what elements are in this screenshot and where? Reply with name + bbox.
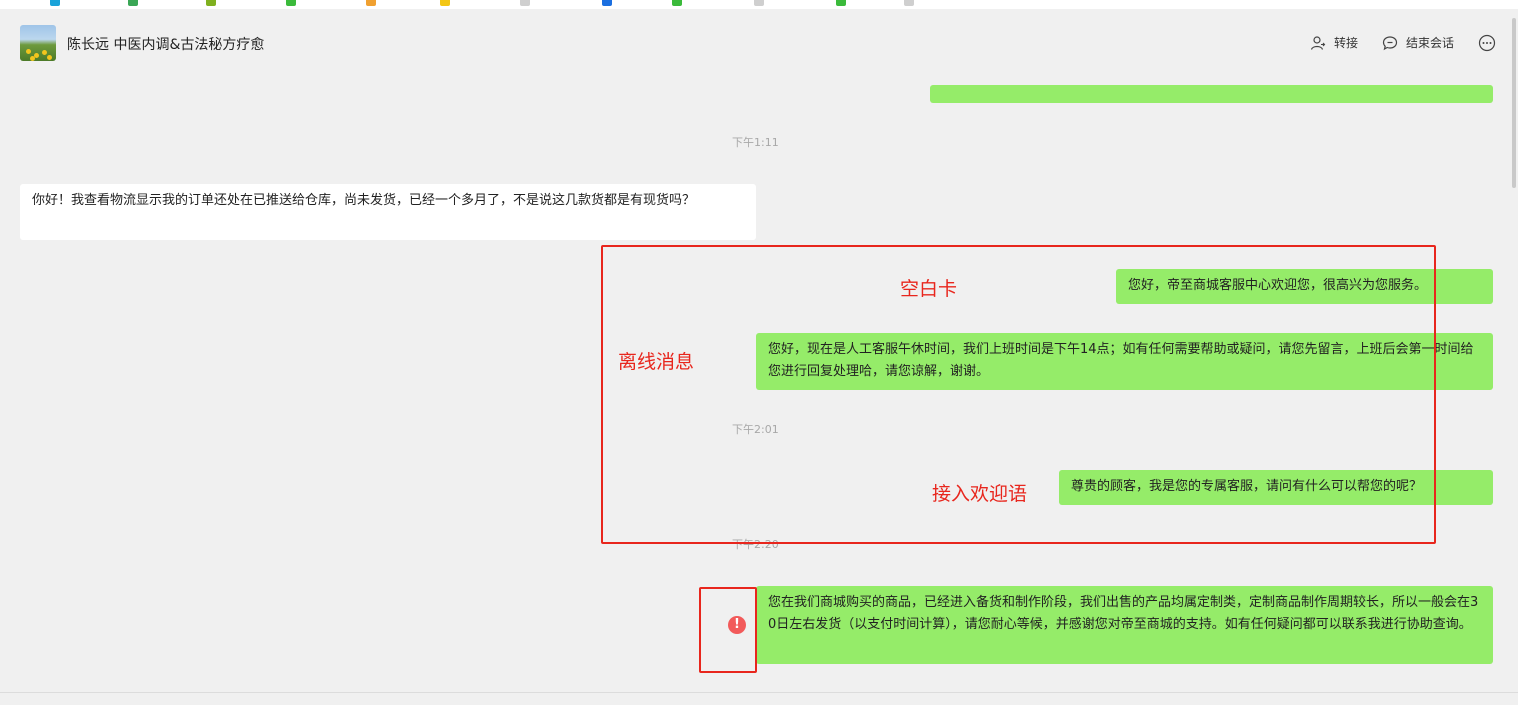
chat-minus-icon (1382, 35, 1398, 50)
transfer-button[interactable]: 转接 (1310, 34, 1358, 51)
agent-message-shipping: 您在我们商城购买的商品，已经进入备货和制作阶段，我们出售的产品均属定制类，定制商… (756, 586, 1493, 664)
annotation-box-error (699, 587, 757, 673)
avatar-flower (30, 56, 35, 61)
message-bubble-partial (930, 85, 1493, 103)
customer-message: 你好！我查看物流显示我的订单还处在已推送给仓库，尚未发货，已经一个多月了，不是说… (20, 184, 756, 240)
timestamp: 下午1:11 (732, 136, 779, 149)
end-session-label: 结束会话 (1406, 36, 1455, 50)
person-icon (1310, 35, 1326, 50)
avatar-flower (42, 50, 47, 55)
bookmark-item[interactable] (440, 0, 452, 6)
input-area-divider (0, 692, 1518, 693)
bookmark-item[interactable] (366, 0, 378, 6)
avatar[interactable] (20, 25, 56, 61)
bookmark-item[interactable] (128, 0, 140, 6)
annotation-label-blank-card: 空白卡 (900, 278, 958, 300)
annotation-label-offline-message: 离线消息 (618, 351, 695, 373)
end-session-button[interactable]: 结束会话 (1382, 34, 1454, 51)
bookmark-item[interactable] (602, 0, 614, 6)
bookmark-item[interactable] (836, 0, 848, 6)
transfer-label: 转接 (1334, 36, 1359, 50)
bookmark-item[interactable] (672, 0, 684, 6)
bookmark-item[interactable] (754, 0, 766, 6)
bookmark-item[interactable] (520, 0, 532, 6)
avatar-flower (26, 49, 31, 54)
ellipsis-icon (1478, 34, 1496, 52)
bookmark-item[interactable] (286, 0, 298, 6)
bookmark-item[interactable] (904, 0, 916, 6)
chat-scrollbar[interactable] (1512, 18, 1516, 188)
annotation-label-welcome-message: 接入欢迎语 (932, 483, 1028, 505)
more-button[interactable] (1478, 34, 1496, 52)
bookmark-bar (0, 0, 1518, 9)
bookmark-item[interactable] (206, 0, 218, 6)
conversation-title: 陈长远 中医内调&古法秘方疗愈 (67, 37, 265, 53)
avatar-flower (47, 55, 52, 60)
bookmark-item[interactable] (50, 0, 62, 6)
